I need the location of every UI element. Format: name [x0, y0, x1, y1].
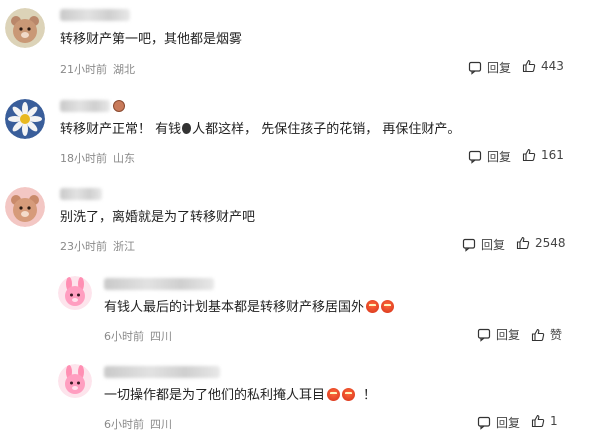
- avatar[interactable]: [58, 364, 92, 398]
- reply-text-part: 一切操作都是为了他们的私利掩人耳目: [104, 388, 326, 403]
- comment-bubble-icon: [468, 61, 482, 75]
- comment-bubble-icon: [477, 328, 491, 342]
- reply-label: 回复: [487, 150, 512, 164]
- avatar[interactable]: [58, 276, 92, 310]
- like-button[interactable]: 443: [522, 59, 564, 73]
- comment-item: 转移财产第一吧，其他都是烟雾 21小时前 湖北 回复 443: [0, 0, 600, 90]
- comment-text: 别洗了，离婚就是为了转移财产吧: [60, 210, 256, 225]
- reply-button[interactable]: 回复: [477, 326, 520, 343]
- thumbs-up-icon: [522, 59, 536, 73]
- reply-item: 一切操作都是为了他们的私利掩人耳目 ！ 6小时前 四川 回复 1: [0, 356, 600, 448]
- thumbs-up-icon: [516, 236, 530, 250]
- angry-face-emoji: [366, 300, 380, 313]
- reply-meta: 6小时前 四川: [104, 328, 172, 344]
- username-blurred[interactable]: [104, 278, 214, 290]
- comment-location: 山东: [113, 152, 135, 165]
- reply-button[interactable]: 回复: [468, 59, 511, 76]
- thumbs-up-icon: [522, 148, 536, 162]
- username-blurred[interactable]: [60, 188, 102, 200]
- reply-meta: 6小时前 四川: [104, 416, 172, 432]
- money-bag-emoji: [182, 123, 192, 134]
- like-button[interactable]: 赞: [531, 326, 562, 343]
- comment-text-part: 人都这样， 先保住孩子的花销， 再保住财产。: [192, 122, 461, 137]
- avatar[interactable]: [5, 8, 45, 48]
- reply-label: 回复: [496, 328, 521, 342]
- reply-text: 有钱人最后的计划基本都是转移财产移居国外: [104, 299, 395, 317]
- reply-time: 6小时前: [104, 418, 144, 431]
- reply-label: 回复: [481, 238, 506, 252]
- comment-text: 转移财产第一吧，其他都是烟雾: [60, 32, 243, 47]
- comment-time: 21小时前: [60, 63, 107, 76]
- username-blurred[interactable]: [104, 366, 220, 378]
- like-count: 赞: [550, 328, 563, 342]
- reply-button[interactable]: 回复: [468, 148, 511, 165]
- reply-text: 一切操作都是为了他们的私利掩人耳目 ！: [104, 387, 376, 405]
- comment-meta: 18小时前 山东: [60, 150, 135, 166]
- comment-item: 别洗了，离婚就是为了转移财产吧 23小时前 浙江 回复 2548: [0, 178, 600, 268]
- comment-meta: 21小时前 湖北: [60, 61, 135, 77]
- comment-location: 浙江: [113, 240, 135, 253]
- comment-bubble-icon: [477, 416, 491, 430]
- reply-item: 有钱人最后的计划基本都是转移财产移居国外 6小时前 四川 回复 赞: [0, 268, 600, 356]
- reply-button[interactable]: 回复: [477, 414, 520, 431]
- comment-time: 23小时前: [60, 240, 107, 253]
- angry-face-emoji: [381, 300, 395, 313]
- reply-label: 回复: [487, 61, 512, 75]
- comment-bubble-icon: [462, 238, 476, 252]
- reply-text-part: 有钱人最后的计划基本都是转移财产移居国外: [104, 300, 365, 315]
- thumbs-up-icon: [531, 328, 545, 341]
- comment-text: 转移财产正常！ 有钱 人都这样， 先保住孩子的花销， 再保住财产。: [60, 121, 460, 139]
- like-count: 2548: [535, 236, 566, 250]
- comment-time: 18小时前: [60, 152, 107, 165]
- comment-bubble-icon: [468, 150, 482, 164]
- like-count: 161: [541, 148, 564, 162]
- username-blurred[interactable]: [60, 100, 110, 112]
- like-button[interactable]: 2548: [516, 236, 566, 250]
- reply-location: 四川: [150, 418, 172, 431]
- reply-text-part: ！: [363, 388, 377, 403]
- like-count: 1: [550, 414, 558, 428]
- angry-face-emoji: [327, 388, 341, 401]
- reply-time: 6小时前: [104, 330, 144, 343]
- thumbs-up-icon: [531, 414, 545, 428]
- avatar[interactable]: [5, 187, 45, 227]
- comment-text-part: 转移财产正常！ 有钱: [60, 122, 182, 137]
- user-badge-icon: [113, 100, 125, 112]
- angry-face-emoji: [342, 388, 356, 401]
- reply-label: 回复: [496, 416, 521, 430]
- comment-meta: 23小时前 浙江: [60, 238, 135, 254]
- username-blurred[interactable]: [60, 9, 130, 21]
- like-button[interactable]: 1: [531, 414, 558, 428]
- like-button[interactable]: 161: [522, 148, 564, 162]
- reply-location: 四川: [150, 330, 172, 343]
- like-count: 443: [541, 59, 564, 73]
- reply-button[interactable]: 回复: [462, 236, 505, 253]
- comment-location: 湖北: [113, 63, 135, 76]
- avatar[interactable]: [5, 99, 45, 139]
- comment-item: 转移财产正常！ 有钱 人都这样， 先保住孩子的花销， 再保住财产。 18小时前 山东…: [0, 90, 600, 178]
